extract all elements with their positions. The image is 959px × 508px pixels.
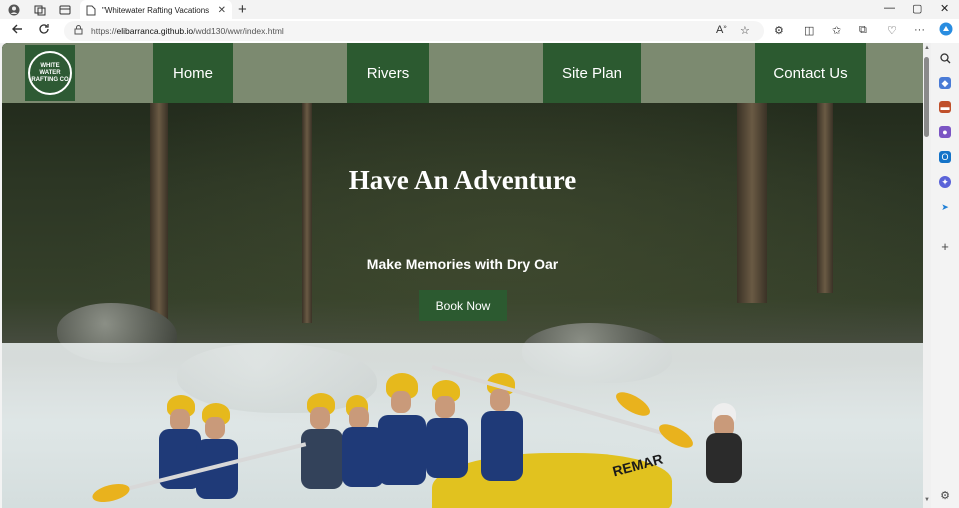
tab-close-button[interactable]: ✕ (218, 5, 226, 16)
address-bar-row: https://elibarranca.github.io/wdd130/wwr… (0, 19, 959, 43)
copilot-app-icon[interactable]: ✦ (939, 176, 951, 188)
toolbox-icon[interactable]: ▬ (939, 101, 951, 113)
extensions-icon[interactable]: ⚙ (774, 24, 784, 37)
url-path: /wdd130/wwr/index.html (193, 26, 284, 36)
page-scrollbar[interactable]: ▲ ▼ (923, 43, 931, 508)
heart-pulse-icon[interactable]: ♡ (887, 24, 897, 37)
hero-background-image: REMAR (2, 43, 923, 508)
favorites-icon[interactable]: ✩ (832, 24, 841, 37)
profile-icon[interactable] (6, 2, 22, 18)
people-icon[interactable]: ● (939, 126, 951, 138)
tree-trunk (302, 103, 312, 323)
tree-trunk (737, 103, 767, 303)
nav-site-plan[interactable]: Site Plan (543, 43, 641, 103)
url-protocol: https:// (91, 26, 117, 36)
refresh-icon[interactable] (38, 23, 50, 38)
scroll-thumb[interactable] (924, 57, 929, 137)
hero-subtitle: Make Memories with Dry Oar (366, 256, 559, 272)
url-text: https://elibarranca.github.io/wdd130/wwr… (91, 26, 284, 36)
url-host: elibarranca.github.io (116, 26, 194, 36)
scroll-up-icon[interactable]: ▲ (923, 45, 931, 51)
lock-icon[interactable] (74, 25, 83, 37)
nav-rivers[interactable]: Rivers (347, 43, 429, 103)
tag-icon[interactable]: ◆ (939, 77, 951, 89)
outlook-icon[interactable]: O (939, 151, 951, 163)
split-screen-icon[interactable]: ◫ (804, 24, 814, 37)
scroll-down-icon[interactable]: ▼ (923, 497, 931, 503)
nav-home[interactable]: Home (153, 43, 233, 103)
site-navbar: WHITE WATER RAFTING CO Home Rivers Site … (2, 43, 923, 103)
send-icon[interactable]: ➤ (939, 201, 951, 213)
minimize-button[interactable]: — (884, 2, 895, 14)
tab-title: "Whitewater Rafting Vacations | (102, 5, 212, 15)
collections-icon[interactable]: ⧉ (859, 24, 867, 37)
page-viewport: REMAR WHITE WATER RAFTING CO Home Rivers… (2, 43, 923, 508)
new-tab-button[interactable]: + (238, 1, 247, 18)
close-window-button[interactable]: ✕ (940, 2, 949, 15)
site-logo[interactable]: WHITE WATER RAFTING CO (25, 45, 75, 101)
star-icon[interactable]: ☆ (740, 24, 750, 37)
more-icon[interactable]: ··· (914, 24, 925, 36)
title-bar: "Whitewater Rafting Vacations | ✕ + — ▢ … (0, 0, 959, 20)
add-icon[interactable]: + (939, 239, 951, 254)
workspaces-icon[interactable] (32, 2, 48, 18)
logo-emblem: WHITE WATER RAFTING CO (28, 51, 72, 95)
nav-contact-us[interactable]: Contact Us (755, 43, 866, 103)
read-aloud-icon[interactable]: A» (716, 24, 727, 36)
logo-text: WHITE WATER RAFTING CO (31, 62, 69, 83)
url-field[interactable]: https://elibarranca.github.io/wdd130/wwr… (64, 21, 764, 41)
tree-trunk (150, 103, 168, 343)
book-now-button[interactable]: Book Now (419, 290, 507, 321)
settings-gear-icon[interactable]: ⚙ (939, 489, 951, 502)
copilot-icon[interactable] (939, 22, 953, 39)
hero-title: Have An Adventure (348, 165, 577, 195)
page-icon (86, 5, 96, 15)
browser-tab[interactable]: "Whitewater Rafting Vacations | ✕ (80, 0, 232, 20)
back-arrow-icon[interactable] (11, 23, 23, 38)
search-icon[interactable] (939, 52, 951, 64)
tab-actions-icon[interactable] (57, 2, 73, 18)
maximize-button[interactable]: ▢ (912, 2, 922, 15)
browser-sidebar: ◆ ▬ ● O ✦ ➤ + ⚙ (931, 43, 959, 508)
